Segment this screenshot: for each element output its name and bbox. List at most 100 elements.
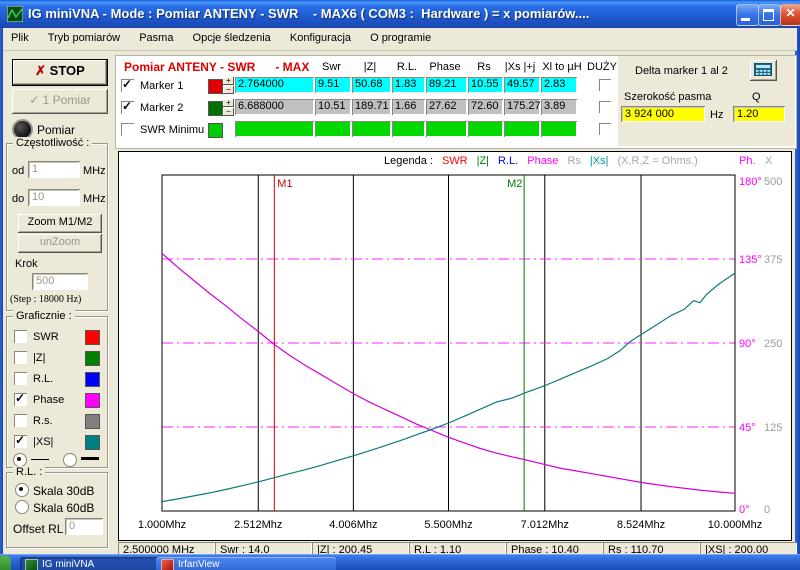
marker1-color-swatch [208, 79, 223, 94]
y-tick-label: 0 [764, 504, 770, 516]
freq-to-label: do [12, 193, 24, 205]
y-tick-label: 250 [764, 338, 782, 350]
freq-to-input[interactable]: 10 [28, 189, 80, 206]
swr-min-xs-cell [504, 121, 540, 137]
marker1-spin-up[interactable] [223, 77, 234, 85]
marker2-checkbox[interactable] [121, 101, 134, 114]
skala-30db-radio[interactable] [15, 483, 29, 497]
rl-group-title: R.L. : [13, 466, 45, 478]
step-input[interactable]: 500 [32, 273, 88, 290]
legend-item: (X,R,Z = Ohms.) [617, 155, 697, 167]
graph-traces-group: Graficznie : SWR |Z| R.L. Phase R.s. |XS… [6, 316, 108, 468]
marker2-spin-up[interactable] [223, 99, 234, 107]
legend-item: Phase [527, 155, 558, 167]
x-tick-label: 2.512Mhz [234, 519, 282, 531]
screen: IG miniVNA - Mode : Pomiar ANTENY - SWR … [0, 0, 800, 570]
rl-color-swatch [85, 372, 100, 387]
phase-checkbox-label: Phase [33, 394, 64, 406]
one-pomiar-button[interactable]: ✓ 1 Pomiar [12, 89, 108, 114]
rs-checkbox[interactable] [14, 414, 27, 427]
marker1-duzy-checkbox[interactable] [599, 79, 611, 91]
title-bar[interactable]: IG miniVNA - Mode : Pomiar ANTENY - SWR … [0, 0, 800, 28]
rl-checkbox-label: R.L. [33, 373, 53, 385]
chart-plot[interactable]: M1M2180°135°90°45°0°50037525012501.000Mh… [119, 152, 791, 540]
x-tick-label: 4.006Mhz [329, 519, 377, 531]
rl-checkbox[interactable] [14, 372, 27, 385]
menu-plik[interactable]: Plik [3, 28, 37, 50]
swr-minimum-checkbox[interactable] [121, 123, 134, 136]
xs-checkbox-label: |XS| [33, 436, 53, 448]
phase-checkbox[interactable] [14, 393, 27, 406]
swr-min-z-cell [352, 121, 391, 137]
freq-from-input[interactable]: 1 [28, 161, 80, 178]
marker1-checkbox[interactable] [121, 79, 134, 92]
marker1-row: Marker 1 2.764000 9.51 50.68 1.83 89.21 … [116, 77, 796, 95]
check-icon: ✓ [29, 93, 42, 107]
marker2-freq-cell: 6.688000 [235, 99, 314, 115]
skala-60db-radio[interactable] [15, 500, 29, 514]
marker1-swr-cell: 9.51 [315, 77, 351, 93]
freq-to-unit: MHz [83, 193, 106, 205]
skala-30db-label: Skala 30dB [33, 484, 94, 498]
marker2-color-swatch [208, 101, 223, 116]
legend-item: Rs [567, 155, 580, 167]
marker1-phase-cell: 89.21 [426, 77, 467, 93]
marker-panel: Delta marker 1 al 2 Szerokość pasma Q 3 … [115, 55, 797, 149]
x-tick-label: 10.000Mhz [708, 519, 762, 531]
marker2-spinner[interactable] [223, 99, 234, 116]
menu-tryb-pomiarow[interactable]: Tryb pomiarów [40, 28, 128, 50]
col-header-xs: |Xs |+j [502, 61, 538, 73]
col-header-xl: Xl to µH [540, 61, 584, 73]
frequency-group-title: Częstotliwość : [13, 137, 92, 149]
stop-button[interactable]: ✗ STOP [12, 59, 108, 86]
marker-label-M1: M1 [277, 178, 292, 190]
marker2-rs-cell: 72.60 [468, 99, 503, 115]
swr-minimum-row: SWR Minimu [116, 121, 796, 139]
zoom-m1-m2-button[interactable]: Zoom M1/M2 [18, 214, 102, 233]
step-label: Krok [15, 258, 38, 270]
menu-opcje-sledzenia[interactable]: Opcje śledzenia [185, 28, 279, 50]
close-button[interactable]: ✕ [780, 4, 800, 26]
swr-color-swatch [85, 330, 100, 345]
col-header-rs: Rs [468, 61, 500, 73]
menu-pasma[interactable]: Pasma [131, 28, 181, 50]
menu-konfiguracja[interactable]: Konfiguracja [282, 28, 359, 50]
marker1-spinner[interactable] [223, 77, 234, 94]
y-tick-label: 135° [739, 254, 762, 266]
legend-axis-X: X [765, 155, 772, 167]
marker1-z-cell: 50.68 [352, 77, 391, 93]
marker1-spin-down[interactable] [223, 86, 234, 94]
x-tick-label: 1.000Mhz [138, 519, 186, 531]
start-button[interactable] [0, 556, 11, 570]
xs-checkbox[interactable] [14, 435, 27, 448]
swr-min-rl-cell [392, 121, 425, 137]
thick-line-radio[interactable] [63, 453, 77, 467]
marker2-spin-down[interactable] [223, 108, 234, 116]
swr-checkbox[interactable] [14, 330, 27, 343]
unzoom-button[interactable]: unZoom [18, 234, 102, 253]
maximize-button[interactable] [758, 4, 781, 26]
thick-line-icon [81, 457, 99, 460]
minimize-button[interactable] [736, 4, 759, 26]
pomiar-led-label: Pomiar [37, 123, 75, 137]
delta-marker-title: Delta marker 1 al 2 [635, 65, 728, 77]
marker1-rl-cell: 1.83 [392, 77, 425, 93]
irfanview-taskbar-icon [161, 559, 174, 570]
frequency-group: Częstotliwość : od 1 MHz do 10 MHz Zoom … [6, 143, 108, 311]
menu-o-programie[interactable]: O programie [362, 28, 439, 50]
y-tick-label: 500 [764, 176, 782, 188]
maximize-icon [763, 9, 774, 21]
swr-min-duzy-checkbox[interactable] [599, 123, 611, 135]
z-checkbox[interactable] [14, 351, 27, 364]
taskbar-button-irfanview[interactable]: IrfanView [156, 557, 336, 570]
marker2-xs-cell: 175.27 [504, 99, 540, 115]
marker2-row: Marker 2 6.688000 10.51 189.71 1.66 27.6… [116, 99, 796, 117]
thin-line-radio[interactable] [13, 453, 27, 467]
marker2-xl-cell: 3.89 [541, 99, 577, 115]
skala-60db-label: Skala 60dB [33, 501, 94, 515]
offset-rl-input[interactable]: 0 [65, 518, 103, 535]
marker2-duzy-checkbox[interactable] [599, 101, 611, 113]
x-tick-label: 7.012Mhz [521, 519, 569, 531]
legend-item: |Z| [477, 155, 489, 167]
y-tick-label: 180° [739, 176, 762, 188]
